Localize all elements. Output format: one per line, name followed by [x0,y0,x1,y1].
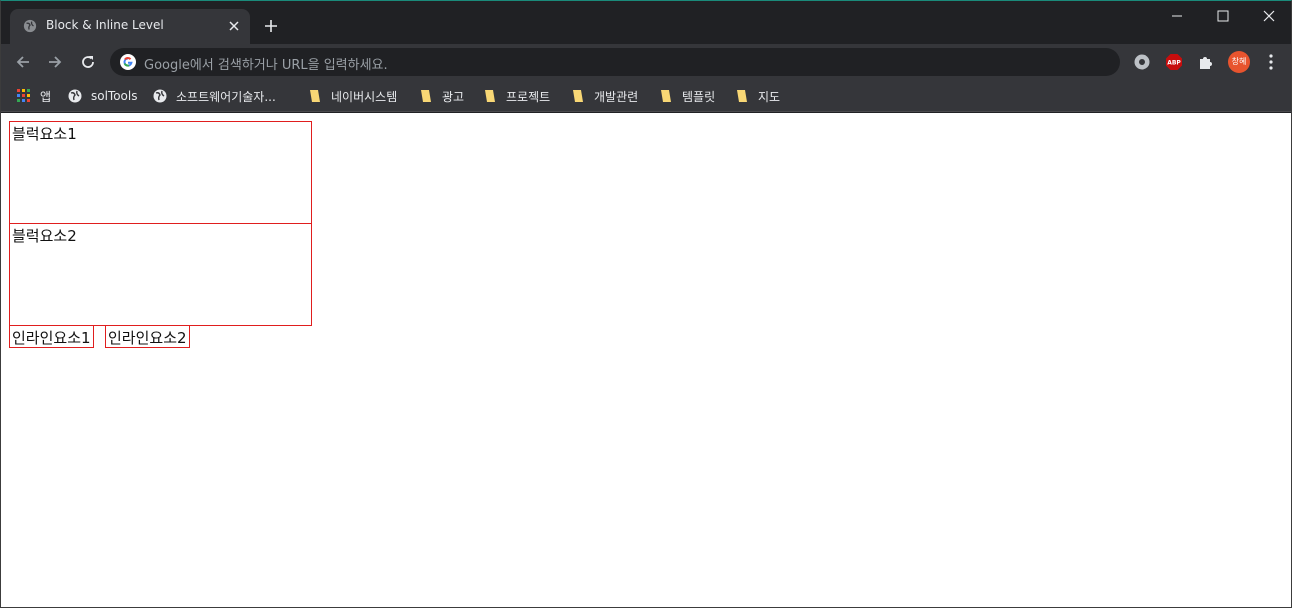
folder-icon [737,90,747,102]
bookmark-folder-dev[interactable]: 개발관련 [571,86,638,106]
browser-window: Block & Inline Level Google에서 검색하거나 URL을… [0,0,1292,608]
minimize-icon[interactable] [1167,8,1187,24]
bookmark-label: 네이버시스템 [331,89,398,104]
folder-icon [661,90,671,102]
bookmark-folder-naver[interactable]: 네이버시스템 [308,86,397,106]
bookmark-apps[interactable]: 앱 [17,86,51,106]
address-placeholder: Google에서 검색하거나 URL을 입력하세요. [144,58,388,73]
close-window-icon[interactable] [1259,8,1279,24]
puzzle-icon[interactable] [1197,53,1215,71]
bookmark-folder-map[interactable]: 지도 [735,86,780,106]
bookmark-label: 템플릿 [682,89,716,104]
globe-icon [23,19,37,33]
folder-icon [485,90,495,102]
bookmark-label: 지도 [758,89,781,104]
browser-toolbar: Google에서 검색하거나 URL을 입력하세요. ABP 창혜 [1,44,1291,80]
globe-icon [68,89,82,103]
abp-label: ABP [1167,60,1181,67]
bookmark-folder-project[interactable]: 프로젝트 [483,86,550,106]
tab-block-inline-level[interactable]: Block & Inline Level [10,9,250,44]
page-content: 블럭요소1 블럭요소2 인라인요소1 인라인요소2 [1,113,1291,607]
folder-icon [310,90,320,102]
folder-icon [573,90,583,102]
bookmark-label: 소프트웨어기술자... [176,89,276,104]
tab-title: Block & Inline Level [46,18,164,32]
more-menu-icon[interactable] [1265,53,1277,71]
block-element-1: 블럭요소1 [9,121,312,224]
block-element-2: 블럭요소2 [9,223,312,326]
back-icon[interactable] [14,53,32,71]
bookmark-folder-template[interactable]: 템플릿 [659,86,715,106]
reload-icon[interactable] [79,53,97,71]
profile-avatar[interactable]: 창혜 [1228,51,1250,73]
bookmark-software-engineer[interactable]: 소프트웨어기술자... [153,86,276,106]
forward-icon[interactable] [46,53,64,71]
google-icon [120,54,136,70]
folder-icon [421,90,431,102]
bookmark-soltools[interactable]: solTools [68,86,138,106]
bookmark-label: 앱 [40,89,52,104]
bookmark-label: 광고 [442,89,465,104]
maximize-icon[interactable] [1213,8,1233,24]
bookmark-label: 개발관련 [594,89,639,104]
new-tab-icon[interactable] [263,18,279,34]
apps-grid-icon [17,89,30,102]
bookmark-folder-ads[interactable]: 광고 [419,86,464,106]
inline-element-1: 인라인요소1 [9,325,94,348]
tab-strip: Block & Inline Level [1,1,1291,44]
close-icon[interactable] [226,18,242,34]
bookmark-label: 프로젝트 [506,89,551,104]
adblock-icon[interactable]: ABP [1165,53,1183,71]
inline-element-2: 인라인요소2 [105,325,190,348]
bookmark-label: solTools [91,89,138,103]
address-bar[interactable]: Google에서 검색하거나 URL을 입력하세요. [110,48,1120,76]
extension-icon[interactable] [1133,53,1151,71]
bookmarks-bar: 앱 solTools 소프트웨어기술자... 네이버시스템 광고 프로젝트 개발… [1,80,1291,112]
globe-icon [153,89,167,103]
